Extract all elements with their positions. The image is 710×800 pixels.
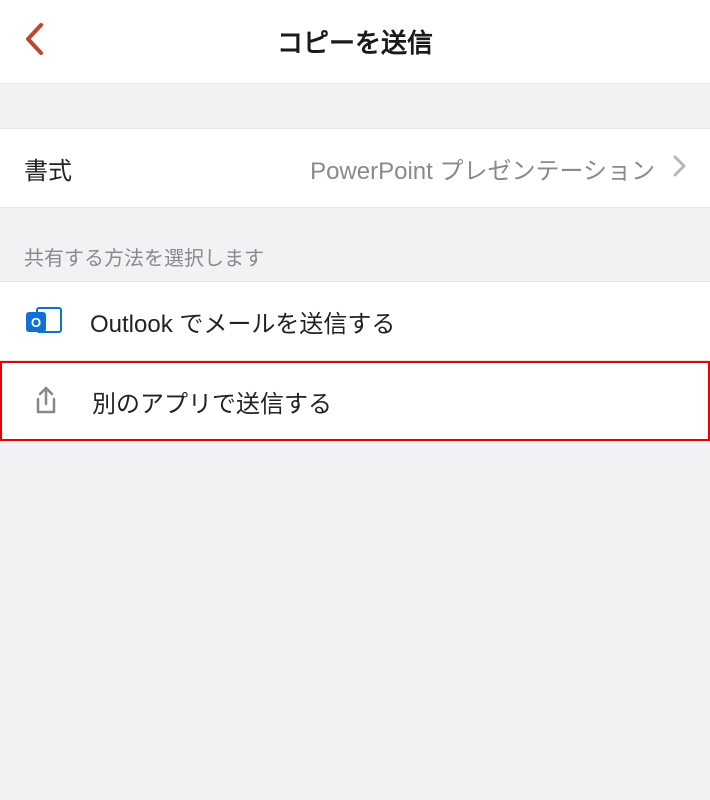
format-row[interactable]: 書式 PowerPoint プレゼンテーション [0, 128, 710, 208]
share-icon [26, 381, 66, 421]
spacer [0, 84, 710, 128]
action-outlook-label: Outlook でメールを送信する [90, 304, 395, 339]
outlook-icon: O [24, 301, 64, 341]
section-caption: 共有する方法を選択します [0, 208, 710, 281]
action-other-app-label: 別のアプリで送信する [92, 384, 332, 419]
chevron-right-icon [673, 155, 686, 182]
chevron-left-icon [23, 22, 45, 61]
format-label: 書式 [24, 151, 72, 186]
format-value: PowerPoint プレゼンテーション [72, 151, 655, 186]
header: コピーを送信 [0, 0, 710, 84]
back-button[interactable] [14, 22, 54, 62]
action-outlook[interactable]: O Outlook でメールを送信する [0, 281, 710, 361]
action-other-app[interactable]: 別のアプリで送信する [0, 361, 710, 441]
page-title: コピーを送信 [0, 23, 710, 60]
